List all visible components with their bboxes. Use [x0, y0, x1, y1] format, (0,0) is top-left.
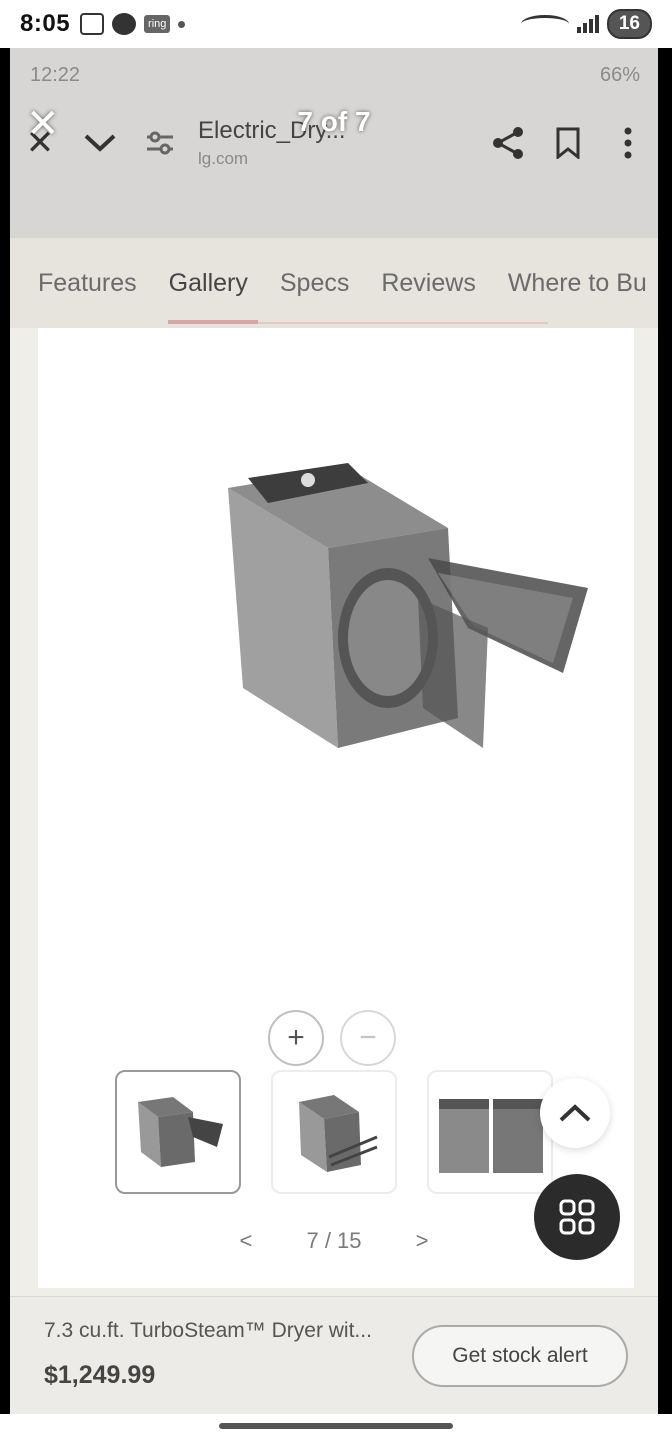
page-indicator: 7 / 15	[306, 1228, 362, 1253]
scroll-top-button[interactable]	[540, 1078, 610, 1148]
gallery-pager: < 7 / 15 >	[10, 1228, 658, 1254]
product-tabs: Features Gallery Specs Reviews Where to …	[10, 238, 658, 328]
prev-image-button[interactable]: <	[239, 1228, 252, 1253]
tab-scroll-track	[258, 322, 548, 324]
next-image-button[interactable]: >	[416, 1228, 429, 1253]
zoom-out-button[interactable]: −	[340, 1010, 396, 1066]
screenshot-viewer: 12:22 66% ✕ Electric_Dry... lg.com ✕ 7 o…	[10, 48, 658, 1414]
captured-time: 12:22	[30, 64, 81, 86]
product-bottom-bar: 7.3 cu.ft. TurboSteam™ Dryer wit... $1,2…	[10, 1296, 658, 1414]
dryer-product-image[interactable]	[218, 448, 618, 768]
viewer-counter: 7 of 7	[297, 106, 371, 137]
signal-icon	[576, 15, 599, 33]
zoom-in-button[interactable]: +	[268, 1010, 324, 1066]
screenshot-icon	[80, 13, 105, 35]
thumbnail-dryer-open-door	[138, 1097, 223, 1167]
product-name: 7.3 cu.ft. TurboSteam™ Dryer wit...	[44, 1319, 372, 1342]
battery-indicator: 16	[606, 9, 652, 39]
tab-features[interactable]: Features	[38, 269, 137, 298]
active-tab-indicator	[168, 320, 258, 324]
captured-battery: 66%	[599, 64, 640, 86]
system-status-bar: 8:05 ring 16	[0, 0, 672, 48]
product-price: $1,249.99	[44, 1361, 156, 1389]
tab-reviews[interactable]: Reviews	[381, 269, 475, 298]
thumbnail-strip	[115, 1070, 553, 1194]
system-nav-bar	[0, 1414, 672, 1440]
more-notifications-dot	[178, 20, 186, 28]
thumbnail-dryer-rack	[299, 1095, 378, 1172]
system-time: 8:05	[20, 10, 71, 37]
thumbnail-item[interactable]	[427, 1070, 553, 1194]
thumbnail-item[interactable]	[115, 1070, 241, 1194]
stock-alert-button[interactable]: Get stock alert	[412, 1325, 628, 1387]
wifi-icon	[520, 15, 569, 33]
thumbnail-item[interactable]	[271, 1070, 397, 1194]
home-gesture-pill[interactable]	[219, 1423, 453, 1429]
tab-specs[interactable]: Specs	[280, 269, 349, 298]
thumbnail-washer-dryer-pair	[439, 1099, 543, 1173]
messenger-icon	[112, 13, 137, 35]
browser-header: 12:22 66% ✕ Electric_Dry... lg.com ✕ 7 o…	[10, 48, 658, 238]
captured-status-bar: 12:22 66%	[30, 64, 640, 87]
page-domain: lg.com	[198, 149, 249, 168]
ring-app-icon: ring	[144, 15, 171, 33]
chevron-up-icon	[559, 1104, 591, 1122]
notification-icons: ring	[80, 13, 186, 35]
tab-gallery[interactable]: Gallery	[169, 269, 248, 298]
tab-where-to-buy[interactable]: Where to Bu	[508, 269, 647, 298]
